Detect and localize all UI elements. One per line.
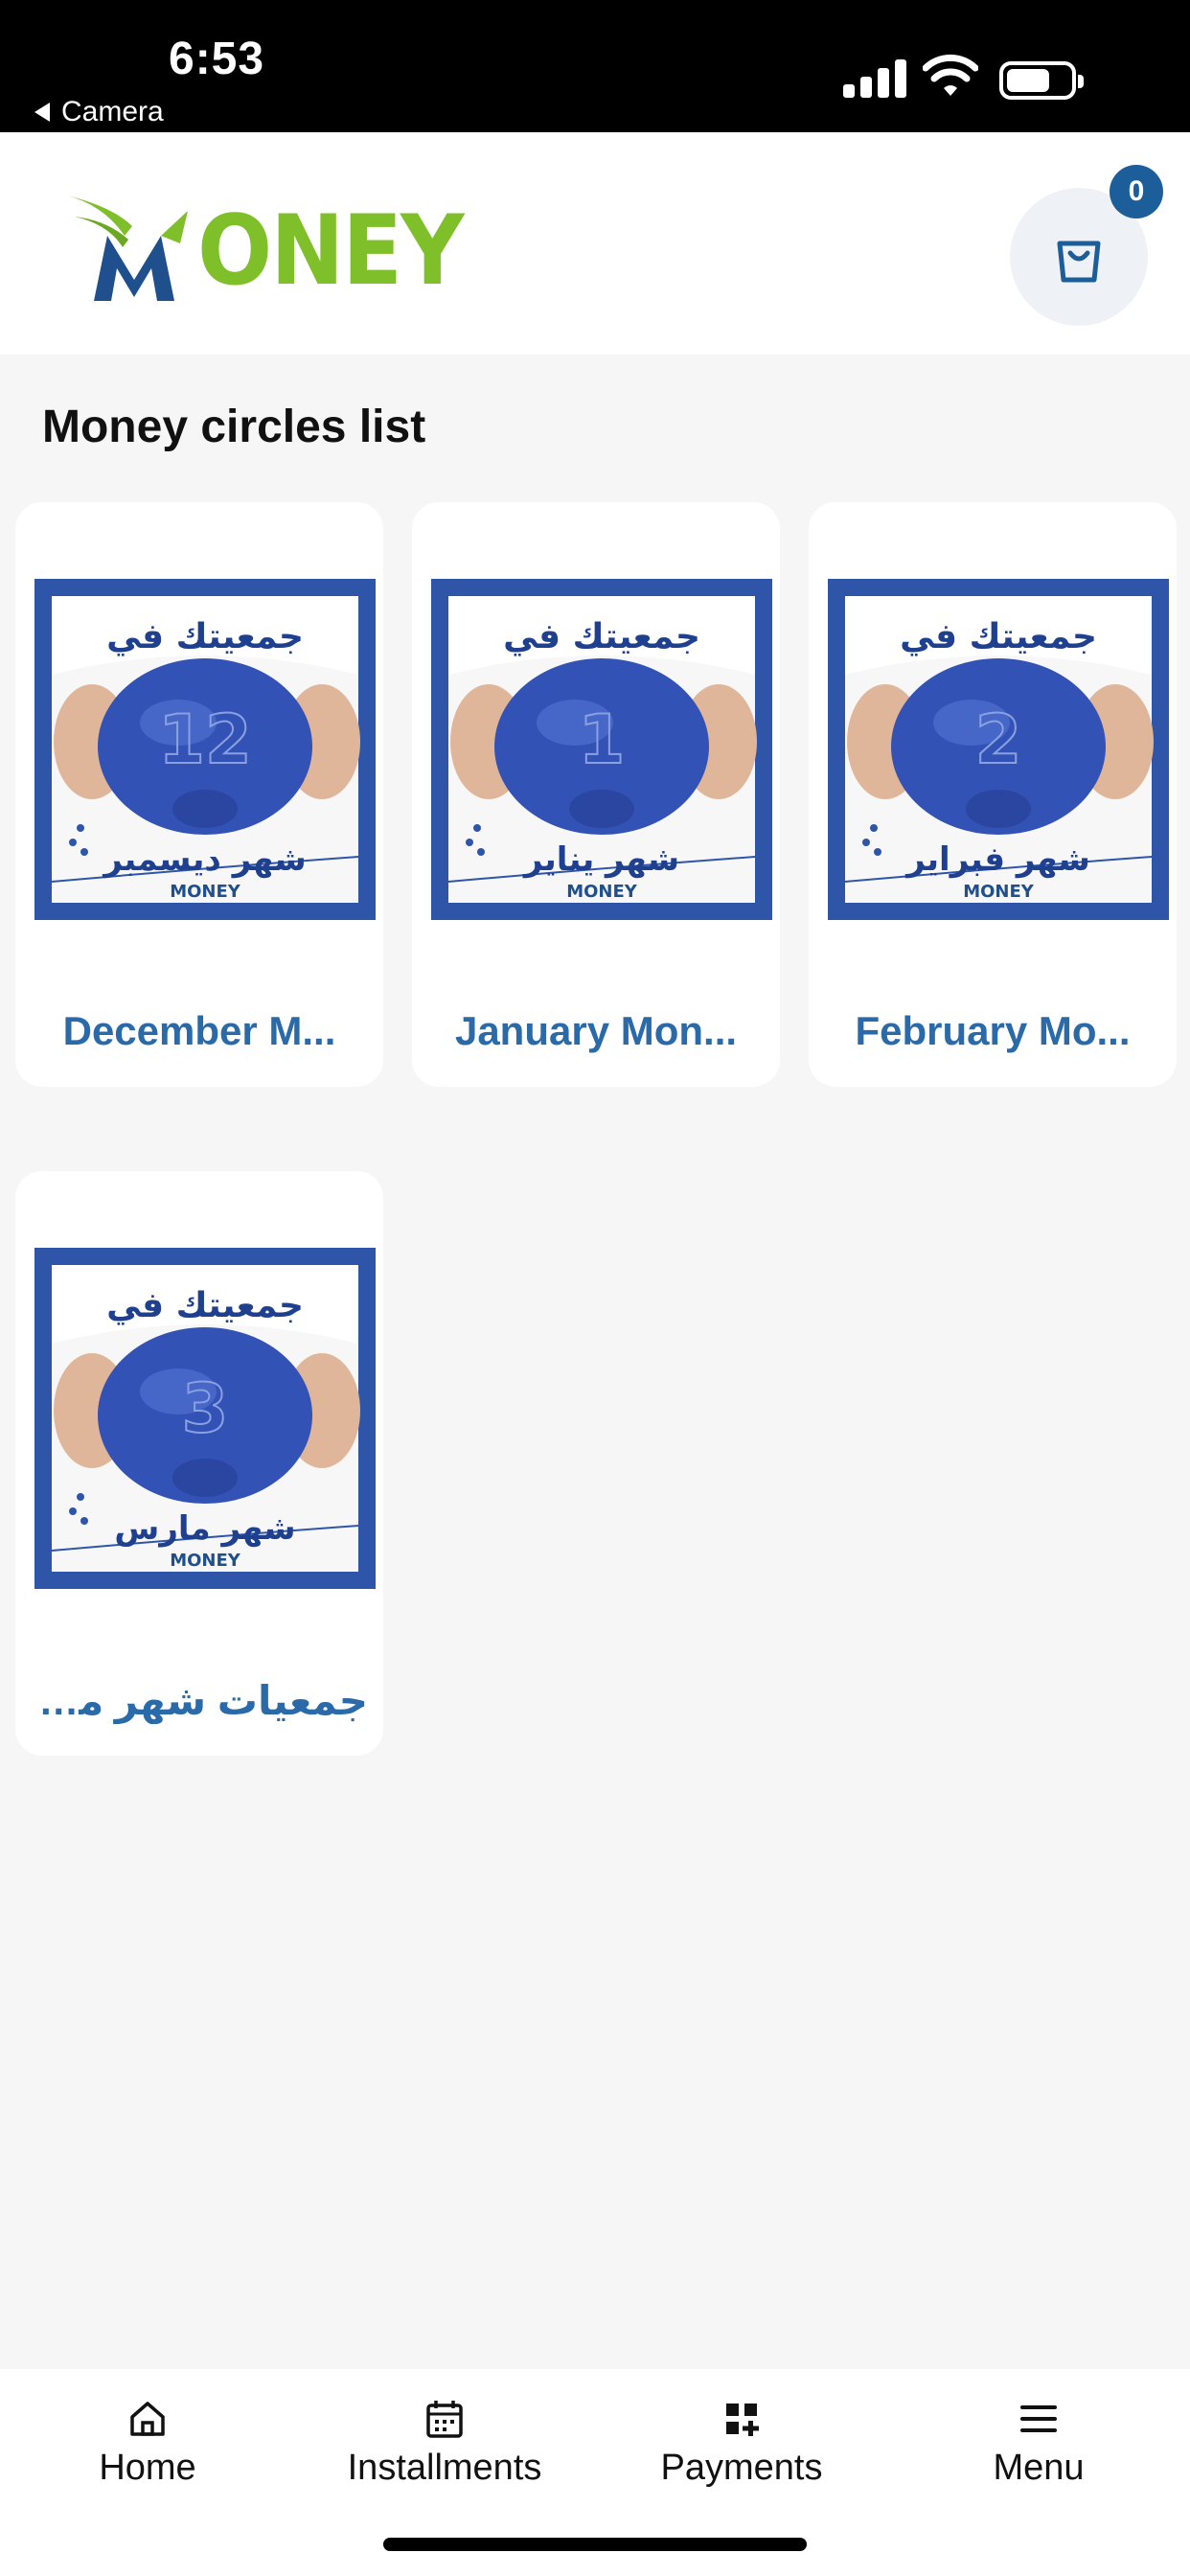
app-header: ONEY 0	[0, 132, 1190, 355]
card-image-number: 2	[975, 701, 1022, 779]
money-circle-card[interactable]: جمعيتك في 12 شهر ديسمبر MONEY December M...	[15, 502, 383, 1087]
card-piggy-bank-image[interactable]: جمعيتك في 12 شهر ديسمبر MONEY	[34, 579, 376, 920]
card-image-month: شهر يناير	[522, 840, 679, 879]
home-indicator	[383, 2538, 807, 2551]
card-image-heading: جمعيتك في	[106, 617, 304, 656]
card-image-brand: MONEY	[170, 1551, 241, 1571]
wifi-icon	[923, 54, 978, 96]
logo-text: ONEY	[197, 194, 465, 308]
bottom-nav: Home Installments Payments Menu	[0, 2369, 1190, 2576]
card-image-month: شهر فبراير	[904, 840, 1090, 879]
card-image-brand: MONEY	[566, 882, 638, 902]
card-piggy-bank-image[interactable]: جمعيتك في 3 شهر مارس MONEY	[34, 1248, 376, 1589]
card-image-number: 12	[158, 701, 251, 779]
nav-home[interactable]: Home	[23, 2398, 272, 2489]
card-image-month: شهر ديسمبر	[102, 840, 307, 879]
card-image-brand: MONEY	[170, 882, 241, 902]
back-label: Camera	[61, 96, 164, 127]
nav-payments[interactable]: Payments	[617, 2398, 866, 2489]
home-icon	[130, 2402, 165, 2436]
money-circle-card[interactable]: جمعيتك في 2 شهر فبراير MONEY February Mo...	[809, 502, 1177, 1087]
money-circle-card-title[interactable]: جمعيات شهر مار...	[31, 1677, 368, 1724]
card-image-brand: MONEY	[963, 882, 1035, 902]
back-arrow-icon	[34, 103, 50, 122]
grid-plus-icon	[726, 2404, 759, 2436]
status-bar: 6:53 Camera	[0, 0, 1190, 132]
card-image-heading: جمعيتك في	[503, 617, 700, 656]
cart-count-badge: 0	[1110, 165, 1163, 218]
nav-payments-label: Payments	[660, 2448, 823, 2488]
money-circle-card[interactable]: جمعيتك في 3 شهر مارس MONEY جمعيات شهر مار...	[15, 1171, 383, 1756]
card-image-heading: جمعيتك في	[900, 617, 1097, 656]
card-image-heading: جمعيتك في	[106, 1286, 304, 1325]
calendar-icon	[426, 2401, 463, 2438]
battery-icon	[999, 61, 1084, 100]
money-circle-card-title[interactable]: January Mon...	[427, 1008, 765, 1054]
cellular-signal-icon	[843, 58, 906, 98]
money-logo: ONEY	[65, 188, 465, 307]
back-to-camera-link[interactable]: Camera	[34, 96, 164, 128]
shopping-bag-icon	[1057, 241, 1101, 283]
money-circle-card-title[interactable]: December M...	[31, 1008, 368, 1054]
logo-wing-m-icon	[67, 196, 188, 301]
money-circle-card[interactable]: جمعيتك في 1 شهر يناير MONEY January Mon...	[412, 502, 780, 1087]
status-time: 6:53	[169, 34, 265, 84]
menu-icon	[1020, 2405, 1057, 2432]
card-piggy-bank-image[interactable]: جمعيتك في 2 شهر فبراير MONEY	[828, 579, 1169, 920]
nav-installments[interactable]: Installments	[320, 2398, 569, 2489]
nav-menu[interactable]: Menu	[914, 2398, 1163, 2489]
money-circle-card-title[interactable]: February Mo...	[824, 1008, 1161, 1054]
nav-installments-label: Installments	[347, 2448, 542, 2488]
card-image-number: 3	[182, 1369, 229, 1448]
card-piggy-bank-image[interactable]: جمعيتك في 1 شهر يناير MONEY	[431, 579, 772, 920]
nav-menu-label: Menu	[993, 2448, 1085, 2488]
card-image-number: 1	[579, 701, 626, 779]
page-title: Money circles list	[42, 402, 426, 452]
card-image-month: شهر مارس	[114, 1509, 295, 1548]
nav-home-label: Home	[99, 2448, 196, 2488]
